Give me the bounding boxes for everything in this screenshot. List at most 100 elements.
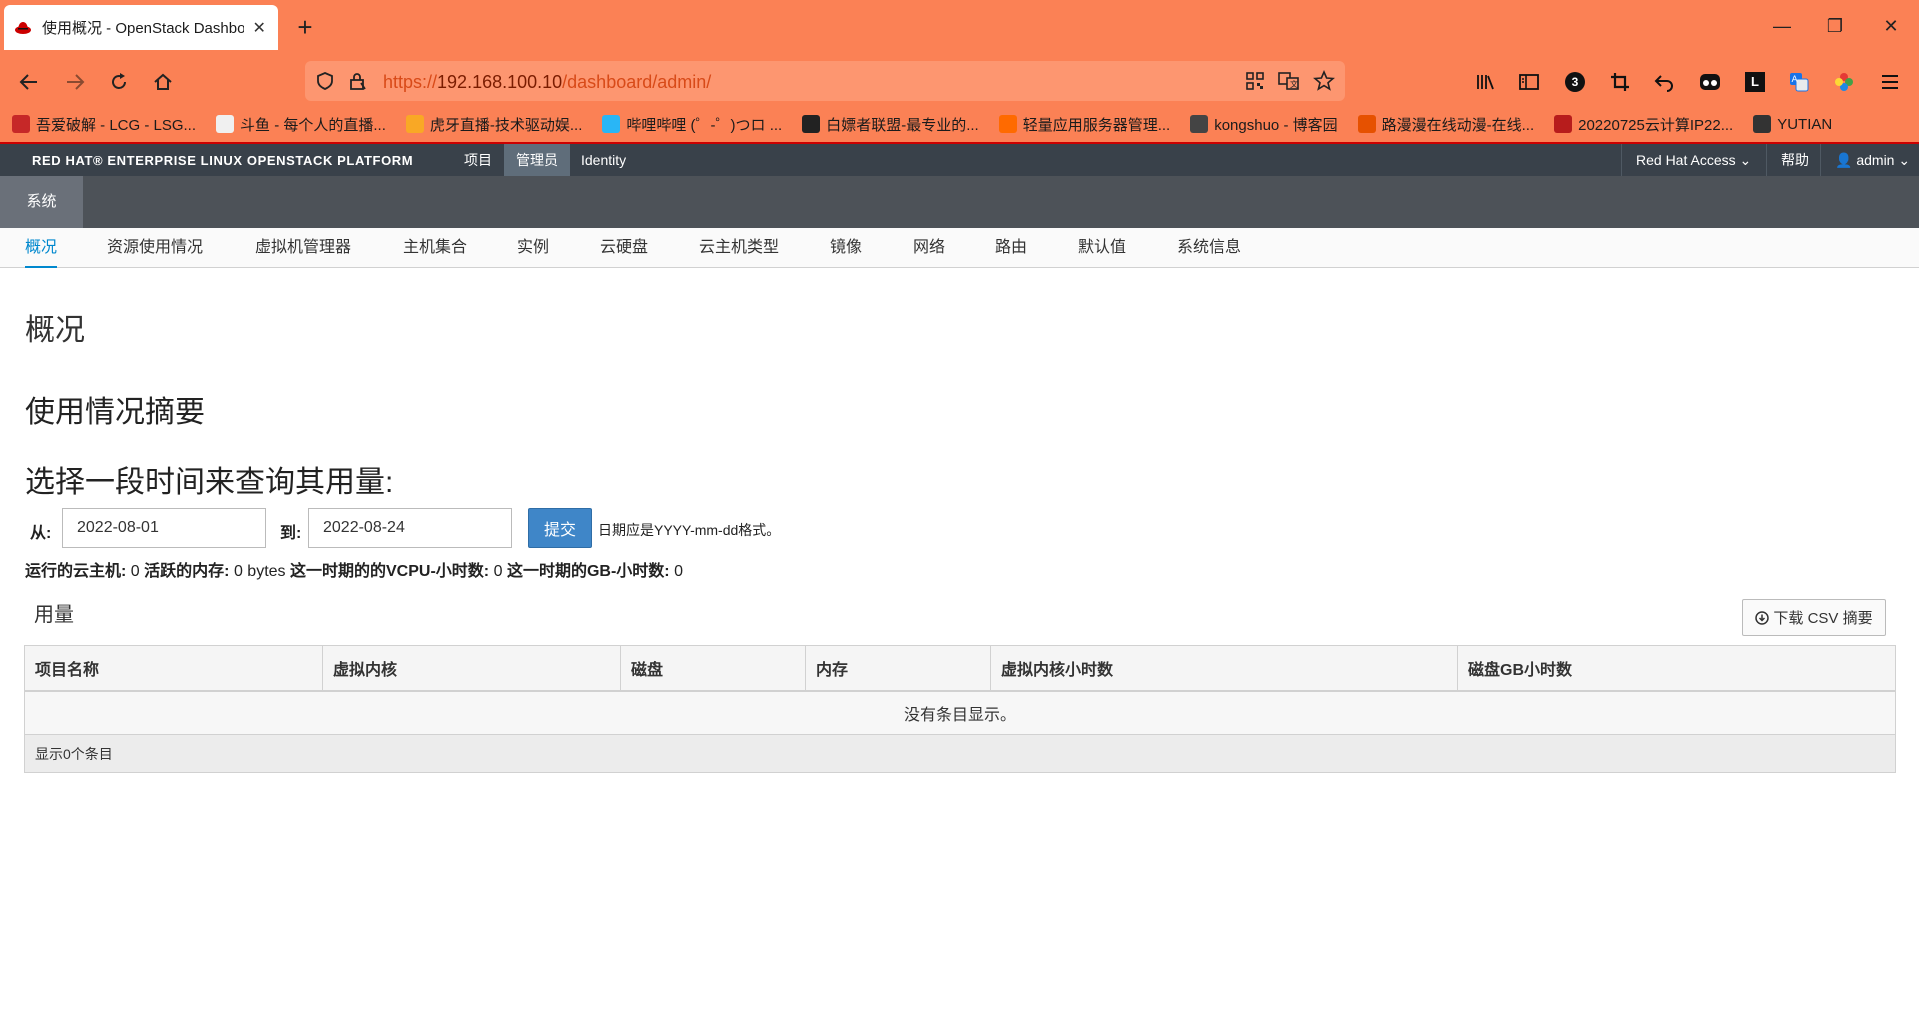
red-hat-access-menu[interactable]: Red Hat Access ⌄ bbox=[1621, 144, 1765, 176]
browser-tab[interactable]: 使用概况 - OpenStack Dashboard ✕ bbox=[4, 5, 278, 50]
openstack-topbar: RED HAT® ENTERPRISE LINUX OPENSTACK PLAT… bbox=[0, 142, 1919, 176]
browser-titlebar: 使用概况 - OpenStack Dashboard ✕ + — ❐ ✕ bbox=[0, 0, 1919, 56]
help-link[interactable]: 帮助 bbox=[1766, 144, 1823, 176]
bookmark-item[interactable]: 虎牙直播-技术驱动娱... bbox=[405, 114, 583, 135]
bookmark-label: 轻量应用服务器管理... bbox=[1022, 116, 1171, 134]
panel-nav-defaults[interactable]: 默认值 bbox=[1078, 228, 1126, 268]
bookmarks-bar: 吾爱破解 - LCG - LSG... 斗鱼 - 每个人的直播... 虎牙直播-技术… bbox=[0, 106, 1919, 142]
back-icon[interactable] bbox=[14, 67, 44, 97]
panel-nav-routers[interactable]: 路由 bbox=[995, 228, 1027, 268]
bookmark-label: 吾爱破解 - LCG - LSG... bbox=[36, 116, 197, 134]
column-header[interactable]: 虚拟内核 bbox=[322, 645, 621, 692]
bookmark-label: kongshuo - 博客园 bbox=[1214, 116, 1338, 134]
bookmark-favicon-icon bbox=[405, 115, 424, 133]
panel-nav-images[interactable]: 镜像 bbox=[830, 228, 862, 268]
panel-nav-networks[interactable]: 网络 bbox=[913, 228, 945, 268]
redhat-favicon-icon bbox=[15, 21, 31, 34]
color-extension-icon[interactable] bbox=[1831, 69, 1857, 95]
bookmark-favicon-icon bbox=[802, 115, 821, 133]
usage-stats: 运行的云主机: 0 活跃的内存: 0 bytes 这一时期的的VCPU-小时数:… bbox=[25, 563, 683, 580]
bookmark-item[interactable]: YUTIAN bbox=[1753, 115, 1832, 133]
reload-icon[interactable] bbox=[104, 67, 134, 97]
usage-summary-heading: 使用情况摘要 bbox=[25, 396, 205, 429]
bookmark-favicon-icon bbox=[998, 115, 1017, 133]
privacy-glasses-icon[interactable] bbox=[1697, 69, 1723, 95]
bookmark-favicon-icon bbox=[1357, 115, 1376, 133]
restore-icon[interactable]: ❐ bbox=[1820, 14, 1850, 38]
close-window-icon[interactable]: ✕ bbox=[1876, 14, 1906, 38]
home-icon[interactable] bbox=[148, 67, 178, 97]
url-text[interactable]: https://192.168.100.10/dashboard/admin/ bbox=[383, 72, 711, 93]
hamburger-menu-icon[interactable] bbox=[1877, 69, 1903, 95]
empty-table-message: 没有条目显示。 bbox=[24, 690, 1896, 735]
undo-icon[interactable] bbox=[1651, 69, 1677, 95]
bookmark-item[interactable]: kongshuo - 博客园 bbox=[1190, 114, 1338, 135]
submit-button[interactable]: 提交 bbox=[528, 508, 592, 548]
lock-icon[interactable] bbox=[345, 69, 369, 93]
bookmark-item[interactable]: 白嫖者联盟-最专业的... bbox=[802, 114, 979, 135]
bookmark-item[interactable]: 斗鱼 - 每个人的直播... bbox=[216, 114, 386, 135]
bookmark-star-icon[interactable] bbox=[1312, 69, 1336, 93]
bookmark-label: 白嫖者联盟-最专业的... bbox=[826, 116, 979, 134]
library-icon[interactable] bbox=[1472, 69, 1498, 95]
svg-text:A: A bbox=[1792, 75, 1799, 85]
panel-nav-host-aggregates[interactable]: 主机集合 bbox=[403, 228, 467, 268]
extension-badge-icon[interactable]: 3 bbox=[1562, 69, 1588, 95]
bookmark-item[interactable]: 吾爱破解 - LCG - LSG... bbox=[12, 114, 196, 135]
bookmark-favicon-icon bbox=[1753, 115, 1772, 133]
minimize-icon[interactable]: — bbox=[1767, 14, 1797, 38]
bookmark-item[interactable]: 轻量应用服务器管理... bbox=[998, 114, 1171, 135]
tracking-shield-icon[interactable] bbox=[313, 69, 337, 93]
panel-nav-overview[interactable]: 概况 bbox=[25, 228, 58, 268]
bookmark-favicon-icon bbox=[216, 115, 235, 133]
tab-system[interactable]: 系统 bbox=[0, 176, 83, 228]
panel-nav-volumes[interactable]: 云硬盘 bbox=[600, 228, 648, 268]
select-period-heading: 选择一段时间来查询其用量: bbox=[25, 466, 394, 499]
browser-navbar: https://192.168.100.10/dashboard/admin/ … bbox=[0, 56, 1919, 106]
panel-nav-resource-usage[interactable]: 资源使用情况 bbox=[107, 228, 203, 268]
date-format-help: 日期应是YYYY-mm-dd格式。 bbox=[598, 522, 781, 538]
page-title: 概况 bbox=[25, 314, 85, 347]
column-header[interactable]: 磁盘 bbox=[620, 645, 806, 692]
chevron-down-icon: ⌄ bbox=[1898, 152, 1911, 168]
extension-l-icon[interactable]: L bbox=[1742, 69, 1768, 95]
to-label: 到: bbox=[280, 525, 302, 542]
chevron-down-icon: ⌄ bbox=[1739, 152, 1752, 168]
bookmark-label: 斗鱼 - 每个人的直播... bbox=[240, 116, 386, 134]
forward-icon[interactable] bbox=[60, 67, 90, 97]
user-menu[interactable]: 👤 admin ⌄ bbox=[1820, 144, 1919, 176]
download-csv-button[interactable]: 下载 CSV 摘要 bbox=[1742, 599, 1886, 636]
bookmark-item[interactable]: 路漫漫在线动漫-在线... bbox=[1357, 114, 1534, 135]
translate-icon[interactable]: 文 bbox=[1277, 69, 1301, 93]
end-date-input[interactable] bbox=[308, 508, 512, 548]
usage-table: 项目名称 虚拟内核 磁盘 内存 虚拟内核小时数 磁盘GB小时数 没有条目显示。 … bbox=[24, 645, 1896, 773]
crop-icon[interactable] bbox=[1607, 69, 1633, 95]
bookmark-label: YUTIAN bbox=[1777, 115, 1833, 133]
column-header[interactable]: 内存 bbox=[805, 645, 991, 692]
menu-admin[interactable]: 管理员 bbox=[504, 144, 570, 176]
new-tab-button[interactable]: + bbox=[290, 12, 320, 42]
translator-extension-icon[interactable]: A bbox=[1786, 69, 1812, 95]
panel-nav-flavors[interactable]: 云主机类型 bbox=[699, 228, 779, 268]
column-header[interactable]: 虚拟内核小时数 bbox=[990, 645, 1458, 692]
bookmark-favicon-icon bbox=[602, 115, 621, 133]
bookmark-favicon-icon bbox=[1554, 115, 1573, 133]
from-label: 从: bbox=[30, 525, 52, 542]
menu-identity[interactable]: Identity bbox=[569, 144, 638, 176]
table-footer-count: 显示0个条目 bbox=[24, 734, 1896, 773]
panel-nav-hypervisors[interactable]: 虚拟机管理器 bbox=[255, 228, 351, 268]
column-header[interactable]: 磁盘GB小时数 bbox=[1457, 645, 1896, 692]
usage-title: 用量 bbox=[34, 604, 74, 626]
bookmark-item[interactable]: 20220725云计算IP22... bbox=[1554, 114, 1733, 135]
panel-nav-system-info[interactable]: 系统信息 bbox=[1177, 228, 1241, 268]
bookmark-item[interactable]: 哔哩哔哩 (゜-゜)つロ ... bbox=[602, 114, 782, 135]
panel-nav-instances[interactable]: 实例 bbox=[517, 228, 549, 268]
qr-code-icon[interactable] bbox=[1243, 69, 1267, 93]
column-header[interactable]: 项目名称 bbox=[24, 645, 323, 692]
brand-logo[interactable]: RED HAT® ENTERPRISE LINUX OPENSTACK PLAT… bbox=[32, 153, 413, 168]
menu-project[interactable]: 项目 bbox=[452, 144, 504, 176]
tab-close-icon[interactable]: ✕ bbox=[250, 18, 268, 38]
bookmark-label: 虎牙直播-技术驱动娱... bbox=[429, 116, 583, 134]
sidebar-icon[interactable] bbox=[1516, 69, 1542, 95]
start-date-input[interactable] bbox=[62, 508, 266, 548]
